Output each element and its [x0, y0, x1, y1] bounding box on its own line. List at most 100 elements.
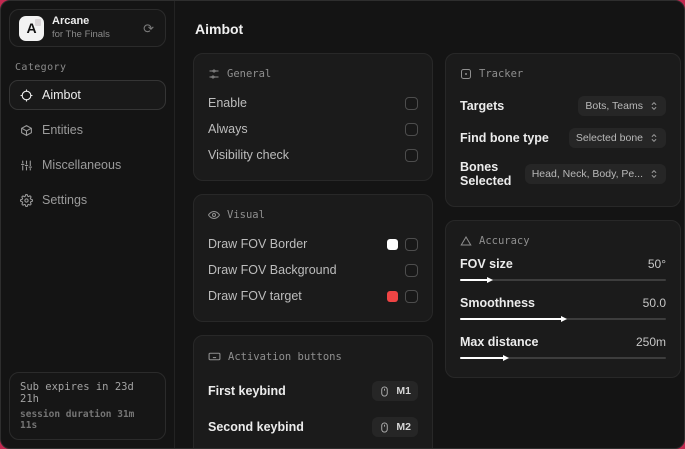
app-header: A Arcane for The Finals ⟳: [9, 9, 166, 47]
second-keybind-button[interactable]: M2: [372, 417, 418, 437]
slider-fill: [460, 316, 567, 322]
cube-icon: [21, 124, 32, 136]
slider-value: 50°: [647, 257, 666, 271]
targets-dropdown[interactable]: Bots, Teams: [578, 96, 666, 116]
visual-card: Visual Draw FOV Border Draw FOV Backgrou…: [193, 194, 433, 322]
app-window: A Arcane for The Finals ⟳ Category Aimbo…: [0, 0, 685, 449]
card-title: Accuracy: [479, 235, 530, 247]
left-column: General Enable Always Visibility check V…: [193, 53, 433, 448]
slider-label: FOV size: [460, 257, 513, 271]
fov-border-color-swatch[interactable]: [387, 238, 398, 250]
accuracy-card: Accuracy FOV size 50° Smoothness 50.0 Ma…: [445, 220, 681, 378]
gear-icon: [20, 193, 33, 207]
keyboard-icon: [208, 352, 221, 361]
app-name: Arcane: [52, 15, 90, 28]
setting-row-visibility-check: Visibility check: [208, 142, 418, 168]
sidebar-item-aimbot[interactable]: Aimbot: [9, 80, 166, 110]
sidebar-item-label: Aimbot: [42, 88, 81, 102]
category-label: Category: [15, 62, 67, 73]
setting-row-enable: Enable: [208, 90, 418, 116]
fov-size-slider[interactable]: [460, 277, 666, 283]
sidebar-item-entities[interactable]: Entities: [9, 115, 166, 145]
setting-row-fov-background: Draw FOV Background: [208, 257, 418, 283]
sliders-icon: [209, 69, 219, 79]
activation-buttons-card: Activation buttons First keybind M1 Seco…: [193, 335, 433, 448]
sub-expiry-text: Sub expires in 23d 21h: [20, 381, 134, 405]
slider-value: 50.0: [642, 296, 666, 310]
setting-label: Draw FOV Background: [208, 263, 337, 277]
page-title: Aimbot: [195, 21, 244, 37]
app-logo: A: [19, 15, 44, 41]
dropdown-value: Bots, Teams: [585, 100, 643, 112]
slider-block-max-distance: Max distance 250m: [460, 335, 666, 361]
main-panel: Aimbot General Enable Always Visibility …: [175, 1, 684, 448]
card-title: General: [227, 68, 272, 80]
tracker-label: Targets: [460, 99, 505, 113]
app-subtitle: for The Finals: [52, 28, 110, 40]
slider-thumb[interactable]: [486, 277, 493, 283]
fov-border-checkbox[interactable]: [405, 237, 418, 251]
slider-fill: [460, 355, 510, 361]
sidebar-item-label: Miscellaneous: [42, 158, 122, 172]
bones-selected-dropdown[interactable]: Head, Neck, Body, Pe...: [524, 164, 666, 184]
always-checkbox[interactable]: [405, 122, 418, 136]
setting-row-fov-target: Draw FOV target: [208, 283, 418, 309]
tracker-label: Find bone type: [460, 131, 549, 145]
bone-type-dropdown[interactable]: Selected bone: [568, 128, 666, 148]
sliders-vertical-icon: [21, 160, 32, 170]
keybind-label: First keybind: [208, 384, 286, 398]
chevrons-up-down-icon: [651, 133, 657, 143]
fov-target-color-swatch[interactable]: [387, 290, 398, 302]
sidebar: A Arcane for The Finals ⟳ Category Aimbo…: [1, 1, 175, 448]
tracker-row-bones-selected: Bones Selected Head, Neck, Body, Pe...: [460, 154, 666, 194]
eye-icon: [208, 210, 220, 220]
sidebar-item-label: Entities: [42, 123, 83, 137]
fov-background-checkbox[interactable]: [405, 263, 418, 277]
sync-icon[interactable]: ⟳: [141, 20, 156, 37]
setting-row-always: Always: [208, 116, 418, 142]
subscription-card: Sub expires in 23d 21h session duration …: [9, 372, 166, 440]
setting-label: Always: [208, 122, 248, 136]
setting-label: Enable: [208, 96, 247, 110]
sidebar-item-label: Settings: [42, 193, 88, 207]
sidebar-item-miscellaneous[interactable]: Miscellaneous: [9, 150, 166, 180]
tracker-label: Bones Selected: [460, 160, 512, 188]
keybind-row-first: First keybind M1: [208, 373, 418, 409]
card-title: Visual: [227, 209, 265, 221]
card-title: Tracker: [479, 68, 524, 80]
visibility-check-checkbox[interactable]: [405, 148, 418, 162]
focus-icon: [461, 69, 471, 79]
general-card: General Enable Always Visibility check: [193, 53, 433, 181]
keybind-value: M2: [396, 421, 411, 433]
first-keybind-button[interactable]: M1: [372, 381, 418, 401]
sidebar-nav: Aimbot Entities Miscellaneous Settings: [9, 80, 166, 215]
slider-thumb[interactable]: [561, 316, 567, 322]
slider-thumb[interactable]: [503, 355, 510, 361]
enable-checkbox[interactable]: [405, 96, 418, 110]
card-title: Activation buttons: [228, 350, 342, 363]
tracker-card: Tracker Targets Bots, Teams Find bone ty…: [445, 53, 681, 207]
setting-row-fov-border: Draw FOV Border: [208, 231, 418, 257]
sidebar-item-settings[interactable]: Settings: [9, 185, 166, 215]
tracker-row-targets: Targets Bots, Teams: [460, 90, 666, 122]
mouse-icon: [381, 421, 389, 433]
slider-block-fov-size: FOV size 50°: [460, 257, 666, 283]
slider-label: Smoothness: [460, 296, 536, 310]
max-distance-slider[interactable]: [460, 355, 666, 361]
session-duration-text: session duration 31m 11s: [20, 409, 135, 431]
slider-block-smoothness: Smoothness 50.0: [460, 296, 666, 322]
app-title-block: Arcane for The Finals: [52, 15, 110, 41]
dropdown-value: Selected bone: [575, 132, 643, 144]
fov-target-checkbox[interactable]: [405, 289, 418, 303]
mouse-icon: [381, 385, 389, 397]
keybind-value: M1: [396, 385, 411, 397]
app-logo-mark: [35, 18, 41, 26]
chevrons-up-down-icon: [651, 101, 657, 111]
crosshair-icon: [20, 89, 33, 101]
smoothness-slider[interactable]: [460, 316, 666, 322]
slider-label: Max distance: [460, 335, 539, 349]
setting-label: Draw FOV Border: [208, 237, 308, 251]
setting-label: Draw FOV target: [208, 289, 302, 303]
dropdown-value: Head, Neck, Body, Pe...: [531, 168, 643, 180]
